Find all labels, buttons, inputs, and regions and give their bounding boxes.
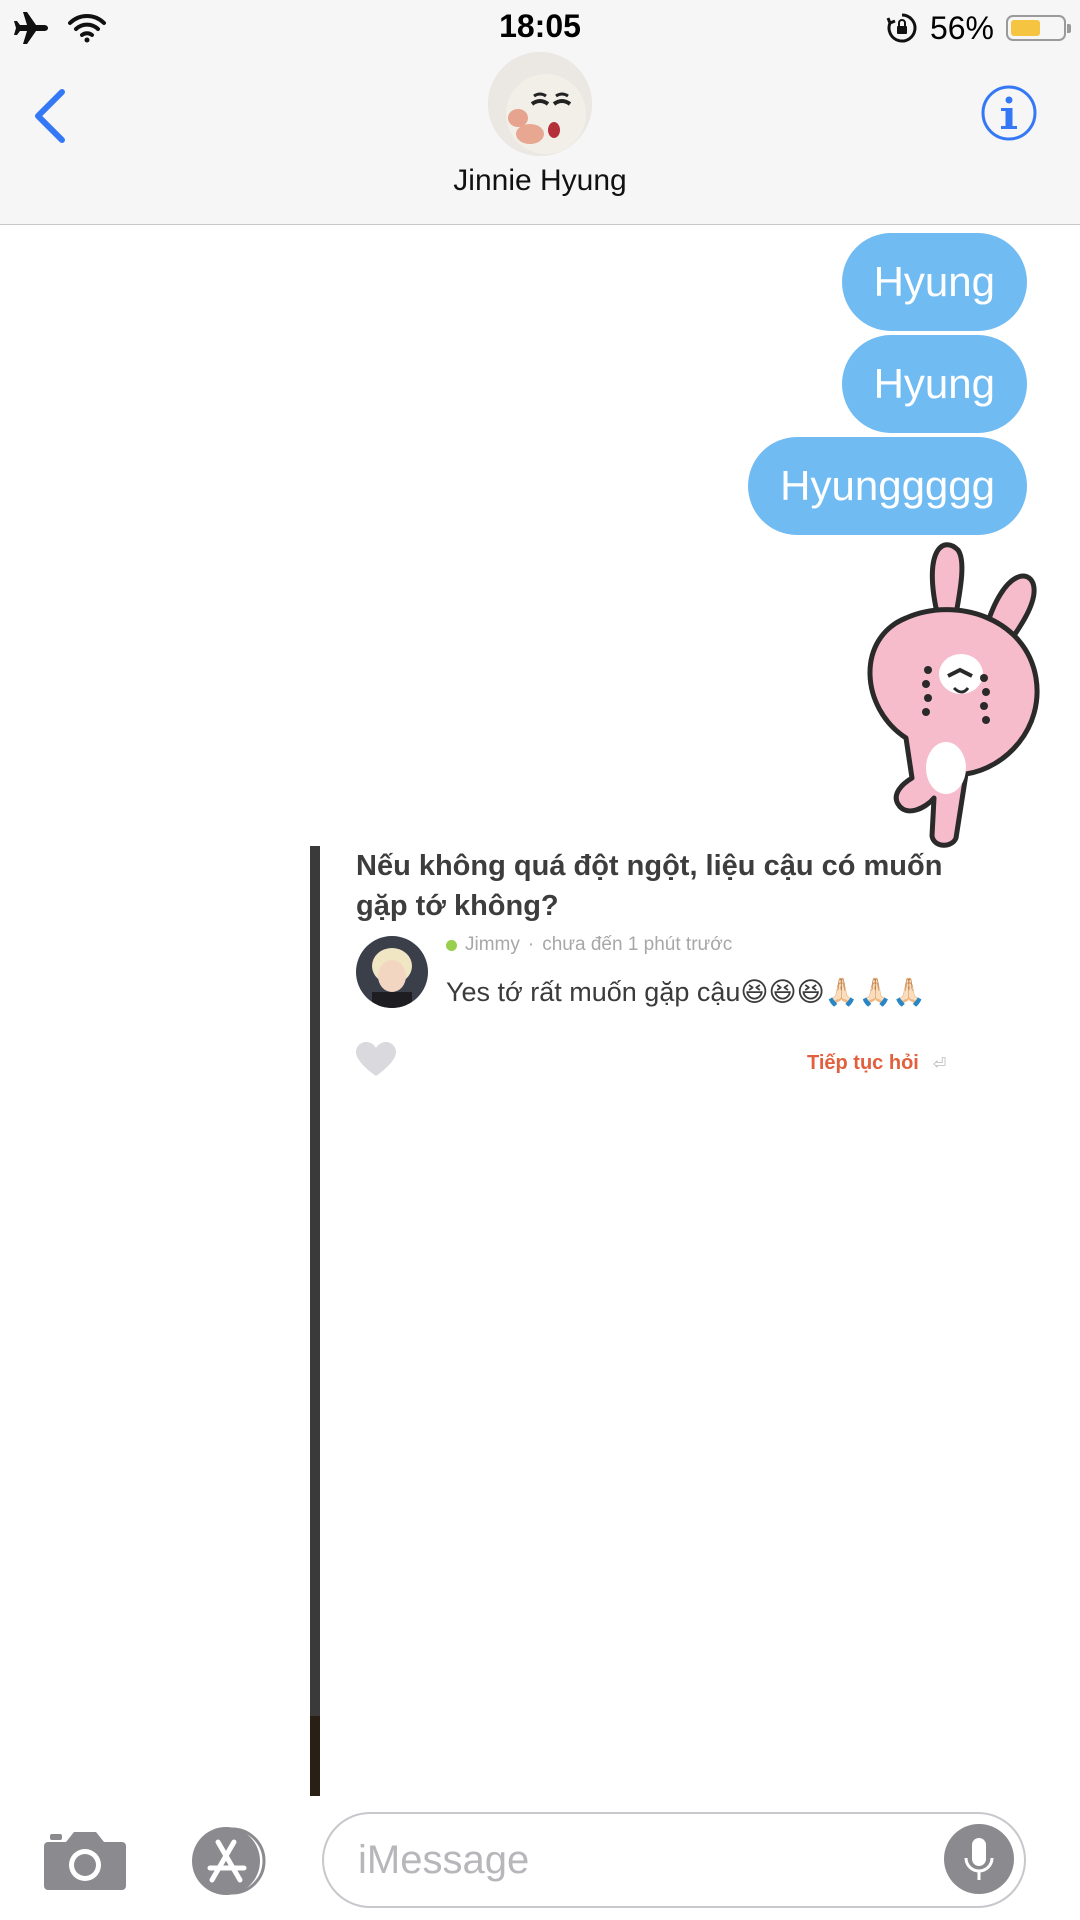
shared-screenshot[interactable]: Nếu không quá đột ngột, liệu cậu có muốn… <box>310 846 1010 1796</box>
continue-asking-button[interactable]: Tiếp tục hỏi ⏎ <box>807 1052 946 1075</box>
battery-fill <box>1011 20 1040 36</box>
orientation-lock-icon <box>886 13 917 43</box>
dictation-button[interactable] <box>944 1824 1014 1894</box>
meta-separator: · <box>527 934 535 955</box>
app-store-icon <box>192 1827 266 1895</box>
status-bar: 18:05 56% <box>0 0 1080 54</box>
camera-button[interactable] <box>42 1828 128 1894</box>
answer-text: Yes tớ rất muốn gặp cậu😆😆😆🙏🏻🙏🏻🙏🏻 <box>446 977 926 1007</box>
input-placeholder: iMessage <box>358 1838 530 1882</box>
contact-avatar[interactable] <box>488 52 592 156</box>
like-button[interactable] <box>356 1042 396 1078</box>
battery-nub <box>1067 24 1071 33</box>
pink-rabbit-sticker[interactable] <box>836 538 1046 848</box>
screenshot-edge-bottom <box>310 1716 320 1796</box>
screenshot-edge-bar <box>310 846 320 1796</box>
sent-message-bubble[interactable]: Hyung <box>841 335 1027 433</box>
continue-asking-label: Tiếp tục hỏi <box>807 1052 919 1074</box>
question-text: Nếu không quá đột ngột, liệu cậu có muốn… <box>356 850 943 922</box>
pink-rabbit-crying-sticker-icon <box>867 542 1040 848</box>
heart-icon <box>356 1042 396 1076</box>
info-button[interactable] <box>980 84 1038 142</box>
info-icon <box>981 85 1037 141</box>
contact-name[interactable]: Jinnie Hyung <box>0 164 1080 198</box>
online-status-dot <box>446 939 457 951</box>
app-store-button[interactable] <box>182 1824 278 1898</box>
compose-bar: iMessage <box>0 1796 1080 1920</box>
answer-avatar <box>356 936 428 1008</box>
cartoon-face-avatar-icon <box>488 52 592 156</box>
sent-message-bubble[interactable]: Hyung <box>841 233 1027 331</box>
camera-icon <box>44 1832 126 1890</box>
back-button[interactable] <box>28 86 72 146</box>
sent-message-bubble[interactable]: Hyunggggg <box>748 437 1027 535</box>
answer-time: chưa đến 1 phút trước <box>542 934 733 955</box>
chevron-left-icon <box>35 89 65 143</box>
reply-arrow-icon: ⏎ <box>932 1055 947 1073</box>
imessage-input[interactable]: iMessage <box>322 1812 1026 1908</box>
answer-meta: Jimmy · chưa đến 1 phút trước <box>446 934 732 956</box>
answer-author: Jimmy <box>465 934 520 955</box>
battery-percent: 56% <box>929 9 994 46</box>
microphone-icon <box>964 1838 994 1880</box>
battery-icon <box>1006 15 1071 41</box>
person-avatar-icon <box>356 936 428 1008</box>
status-right: 56% <box>886 8 1071 48</box>
